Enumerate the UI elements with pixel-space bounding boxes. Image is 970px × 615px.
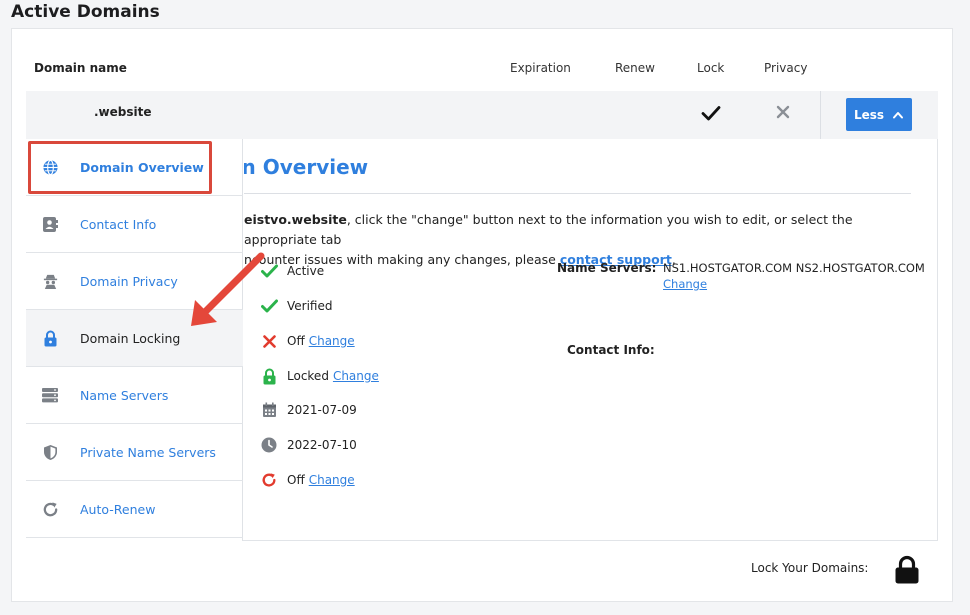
contact-info-label: Contact Info: [567,343,655,357]
name-servers-change-link[interactable]: Change [663,277,707,291]
overview-title: Domain Overview [244,155,404,179]
status-active: Active [260,261,324,281]
status-text: 2022-07-10 [287,438,357,452]
lock-change-link[interactable]: Change [333,369,379,383]
header-lock: Lock [697,61,725,75]
checkmark-icon [701,106,721,121]
intro-line-1: eistvo.website, click the "change" butto… [244,210,914,250]
sidebar-item-label: Private Name Servers [80,444,216,460]
page-title: Active Domains [11,2,160,22]
x-icon [776,105,790,119]
status-verified: Verified [260,296,333,316]
domain-name: .website [94,105,152,119]
row-divider [820,91,821,139]
clock-icon [260,436,278,454]
status-expiration: 2022-07-10 [260,435,357,455]
check-icon [260,262,278,280]
server-icon [41,386,59,404]
sidebar-item-label: Domain Privacy [80,273,178,289]
status-text: Off [287,473,305,487]
refresh-icon [260,471,278,489]
intro-domain: eistvo.website [244,212,347,227]
sidebar-item-name-servers[interactable]: Name Servers [26,367,243,424]
sidebar-item-label: Domain Overview [80,159,204,175]
sidebar-item-domain-privacy[interactable]: Domain Privacy [26,253,243,310]
privacy-change-link[interactable]: Change [309,334,355,348]
sidebar-item-label: Auto-Renew [80,501,156,517]
auto-renew-change-link[interactable]: Change [309,473,355,487]
header-domain-name: Domain name [34,61,127,75]
chevron-up-icon [893,111,904,118]
shield-icon [41,443,59,461]
sidebar-item-private-name-servers[interactable]: Private Name Servers [26,424,243,481]
refresh-icon [41,500,59,518]
name-servers-value: NS1.HOSTGATOR.COM NS2.HOSTGATOR.COM [663,261,925,275]
x-icon [260,332,278,350]
sidebar-item-label: Name Servers [80,387,169,403]
status-text: Off [287,334,305,348]
lock-your-domains-label: Lock Your Domains: [751,561,869,575]
less-button[interactable]: Less [846,98,912,131]
status-lock: Locked Change [260,366,379,386]
calendar-icon [260,401,278,419]
check-icon [260,297,278,315]
status-auto-renew: Off Change [260,470,355,490]
sidebar-item-label: Contact Info [80,216,157,232]
domain-sidebar: Domain Overview Contact Info Domain Priv… [26,139,243,541]
overview-title-text: Domain Overview [244,155,369,179]
lock-icon [41,329,59,347]
status-text: 2021-07-09 [287,403,357,417]
sidebar-item-label: Domain Locking [80,330,181,346]
padlock-icon[interactable] [894,555,920,585]
sidebar-item-domain-locking[interactable]: Domain Locking [26,310,243,367]
domain-row[interactable]: .website Less [26,91,938,139]
status-privacy: Off Change [260,331,355,351]
contact-card-icon [41,215,59,233]
sidebar-item-auto-renew[interactable]: Auto-Renew [26,481,243,538]
header-expiration: Expiration [510,61,571,75]
less-button-label: Less [853,107,885,122]
status-text: Locked [287,369,329,383]
title-divider [244,193,911,194]
status-text: Active [287,264,325,278]
status-registered: 2021-07-09 [260,400,357,420]
name-servers-label: Name Servers: [557,261,657,275]
header-renew: Renew [615,61,655,75]
sidebar-item-domain-overview[interactable]: Domain Overview [26,139,243,196]
header-privacy: Privacy [764,61,808,75]
sidebar-item-contact-info[interactable]: Contact Info [26,196,243,253]
lock-icon [260,367,278,385]
globe-icon [41,158,59,176]
spy-icon [41,272,59,290]
status-text: Verified [287,299,333,313]
